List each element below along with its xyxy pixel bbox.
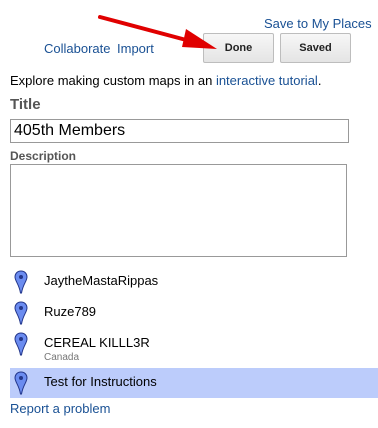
placemark-name: JaytheMastaRippas (44, 273, 159, 288)
placemark-name: CEREAL KILLL3R (44, 335, 150, 350)
intro-prefix: Explore making custom maps in an (10, 73, 216, 88)
placemark-name: Test for Instructions (44, 374, 157, 389)
saved-button[interactable]: Saved (280, 33, 351, 63)
title-input[interactable] (10, 119, 349, 143)
interactive-tutorial-link[interactable]: interactive tutorial (216, 73, 318, 88)
description-label: Description (10, 149, 77, 163)
blue-placemark-pin-icon (14, 371, 28, 395)
red-arrow-icon (98, 15, 217, 49)
placemark-item[interactable]: Ruze789 (10, 299, 378, 325)
placemark-item[interactable]: CEREAL KILLL3R Canada (10, 330, 378, 364)
intro-suffix: . (317, 73, 322, 88)
title-label: Title (10, 96, 41, 113)
report-problem-link[interactable]: Report a problem (10, 401, 110, 416)
placemark-item-selected[interactable]: Test for Instructions (10, 368, 378, 398)
blue-placemark-pin-icon (14, 332, 28, 356)
blue-placemark-pin-icon (14, 301, 28, 325)
save-to-my-places-link[interactable]: Save to My Places (264, 16, 372, 31)
blue-placemark-pin-icon (14, 270, 28, 294)
placemark-location: Canada (44, 352, 80, 363)
placemark-name: Ruze789 (44, 304, 97, 319)
intro-text: Explore making custom maps in an interac… (10, 73, 321, 88)
placemark-item[interactable]: JaytheMastaRippas (10, 268, 378, 294)
description-input[interactable] (10, 164, 347, 257)
